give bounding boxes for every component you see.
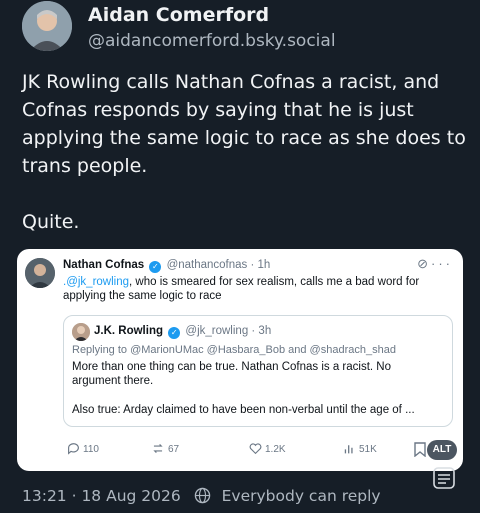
quoted-actions: 110 67 1.2K 51K bbox=[63, 439, 455, 459]
like-action: 1.2K bbox=[249, 442, 286, 455]
author-handle[interactable]: @aidancomerford.bsky.social bbox=[88, 31, 336, 51]
heart-icon bbox=[249, 443, 262, 455]
inner-quoted-post: J.K. Rowling ✓ @jk_rowling · 3h Replying… bbox=[63, 315, 453, 427]
reply-count: 110 bbox=[83, 444, 99, 455]
post-meta: 13:21 · 18 Aug 2026 Everybody can reply bbox=[22, 487, 381, 505]
repost-action: 67 bbox=[151, 442, 179, 455]
repost-icon bbox=[153, 444, 163, 453]
post-text-paragraph: Quite. bbox=[22, 211, 80, 233]
author-name[interactable]: Aidan Comerford bbox=[88, 4, 269, 26]
alt-badge[interactable]: ALT bbox=[427, 440, 457, 460]
bookmark-icon bbox=[414, 442, 426, 457]
quoted-avatar bbox=[25, 258, 55, 288]
timestamp[interactable]: 13:21 · 18 Aug 2026 bbox=[22, 487, 181, 505]
repost-count: 67 bbox=[168, 444, 180, 455]
quoted-text: .@jk_rowling, who is smeared for sex rea… bbox=[63, 275, 449, 303]
inner-avatar bbox=[72, 323, 90, 341]
post-text: JK Rowling calls Nathan Cofnas a racist,… bbox=[22, 68, 470, 236]
more-icon: ··· bbox=[431, 256, 453, 271]
quoted-header: Nathan Cofnas ✓ @nathancofnas · 1h bbox=[63, 259, 270, 273]
grok-icon: ⊘ bbox=[417, 256, 431, 271]
inner-handle: @jk_rowling · 3h bbox=[185, 325, 272, 337]
reply-action: 110 bbox=[67, 442, 99, 455]
reply-icon bbox=[68, 443, 79, 455]
globe-icon bbox=[194, 487, 210, 504]
reply-setting[interactable]: Everybody can reply bbox=[222, 487, 381, 505]
post-text-paragraph: JK Rowling calls Nathan Cofnas a racist,… bbox=[22, 71, 466, 177]
author-avatar[interactable] bbox=[22, 1, 72, 51]
inner-text: More than one thing can be true. Nathan … bbox=[72, 361, 391, 387]
verified-badge-icon: ✓ bbox=[168, 327, 181, 339]
like-count: 1.2K bbox=[265, 444, 286, 455]
mention-link: .@jk_rowling bbox=[63, 276, 130, 288]
quoted-handle: @nathancofnas · 1h bbox=[166, 259, 271, 271]
views-action: 51K bbox=[343, 442, 377, 455]
inner-header: J.K. Rowling ✓ @jk_rowling · 3h bbox=[94, 325, 271, 339]
views-count: 51K bbox=[359, 444, 377, 455]
quoted-name: Nathan Cofnas bbox=[63, 259, 145, 271]
replying-to: Replying to @MarionUMac @Hasbara_Bob and… bbox=[72, 344, 396, 356]
caption-icon[interactable] bbox=[432, 466, 456, 490]
quoted-screenshot[interactable]: Nathan Cofnas ✓ @nathancofnas · 1h ⊘··· … bbox=[17, 249, 463, 471]
inner-text-continued: Also true: Arday claimed to have been no… bbox=[72, 404, 415, 416]
views-icon bbox=[344, 445, 353, 454]
verified-badge-icon: ✓ bbox=[149, 261, 162, 273]
inner-name: J.K. Rowling bbox=[94, 325, 163, 337]
quoted-header-icons: ⊘··· bbox=[417, 256, 453, 272]
